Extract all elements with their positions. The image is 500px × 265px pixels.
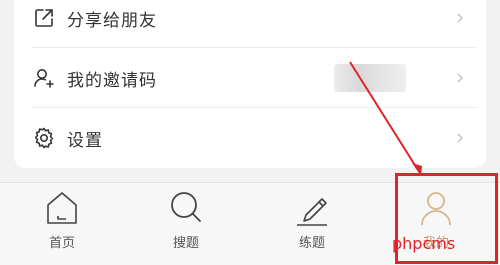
- app-screen: 分享给朋友 我的邀请码 设置 首页 搜题 练题 我的 phpcms: [0, 0, 500, 265]
- watermark: phpcms: [392, 234, 456, 253]
